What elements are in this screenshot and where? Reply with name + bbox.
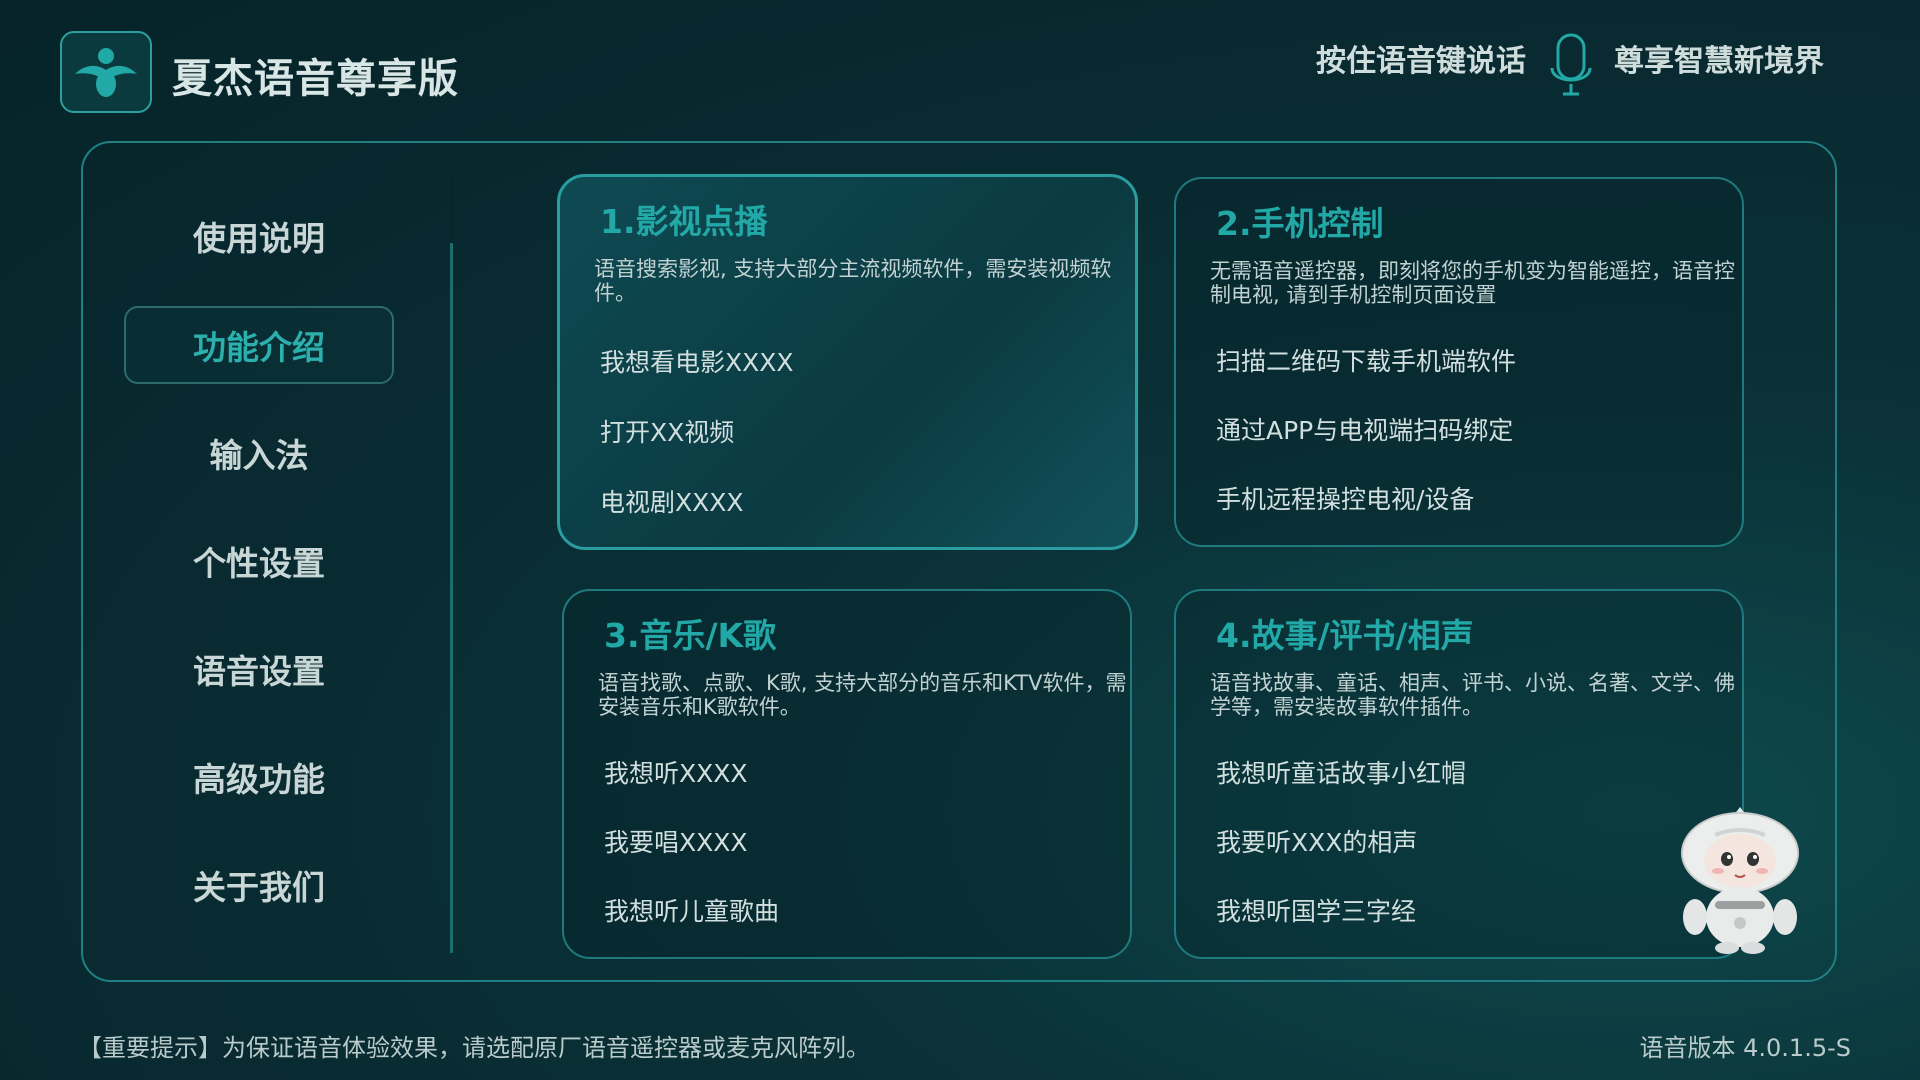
sidebar-scroll-thumb[interactable] bbox=[450, 173, 453, 243]
microphone-icon bbox=[1550, 33, 1592, 96]
card-example: 手机远程操控电视/设备 bbox=[1216, 485, 1475, 514]
sidebar-item-personal-settings[interactable]: 个性设置 bbox=[124, 522, 394, 600]
app-logo bbox=[60, 31, 152, 113]
sidebar-item-voice-settings[interactable]: 语音设置 bbox=[124, 630, 394, 708]
feature-card-phone-control[interactable]: 2.手机控制 无需语音遥控器，即刻将您的手机变为智能遥控，语音控制电视, 请到手… bbox=[1174, 177, 1744, 547]
card-description: 语音找歌、点歌、K歌, 支持大部分的音乐和KTV软件，需安装音乐和K歌软件。 bbox=[598, 671, 1127, 719]
voice-key-hint: 按住语音键说话 bbox=[1316, 44, 1526, 79]
card-description: 语音找故事、童话、相声、评书、小说、名著、文学、佛学等，需安装故事软件插件。 bbox=[1210, 671, 1735, 719]
card-example: 我要听XXX的相声 bbox=[1216, 828, 1418, 857]
assistant-logo-icon bbox=[75, 48, 137, 97]
version-label: 语音版本 4.0.1.5-S bbox=[1639, 1034, 1852, 1062]
card-description: 无需语音遥控器，即刻将您的手机变为智能遥控，语音控制电视, 请到手机控制页面设置 bbox=[1210, 259, 1735, 307]
card-example: 我想看电影XXXX bbox=[600, 348, 794, 377]
sidebar-item-features[interactable]: 功能介绍 bbox=[124, 306, 394, 384]
feature-card-music-karaoke[interactable]: 3.音乐/K歌 语音找歌、点歌、K歌, 支持大部分的音乐和KTV软件，需安装音乐… bbox=[562, 589, 1132, 959]
card-example: 我想听国学三字经 bbox=[1216, 897, 1417, 926]
card-example: 我要唱XXXX bbox=[604, 828, 748, 857]
card-title: 3.音乐/K歌 bbox=[604, 616, 777, 655]
sidebar-scroll-track[interactable] bbox=[450, 173, 453, 953]
card-description: 语音搜索影视, 支持大部分主流视频软件，需安装视频软件。 bbox=[594, 257, 1112, 305]
sidebar-item-advanced[interactable]: 高级功能 bbox=[124, 738, 394, 816]
app-title: 夏杰语音尊享版 bbox=[172, 56, 459, 102]
card-example: 我想听童话故事小红帽 bbox=[1216, 759, 1467, 788]
sidebar-item-input-method[interactable]: 输入法 bbox=[124, 414, 394, 492]
slogan-text: 尊享智慧新境界 bbox=[1614, 44, 1824, 79]
card-example: 我想听儿童歌曲 bbox=[604, 897, 780, 926]
sidebar-item-about[interactable]: 关于我们 bbox=[124, 846, 394, 924]
card-example: 扫描二维码下载手机端软件 bbox=[1216, 347, 1517, 376]
robot-mascot-icon bbox=[1681, 807, 1799, 954]
sidebar-item-usage[interactable]: 使用说明 bbox=[124, 197, 394, 275]
card-example: 通过APP与电视端扫码绑定 bbox=[1216, 416, 1514, 445]
card-title: 4.故事/评书/相声 bbox=[1216, 616, 1474, 655]
important-tip: 【重要提示】为保证语音体验效果，请选配原厂语音遥控器或麦克风阵列。 bbox=[78, 1034, 870, 1062]
feature-card-video[interactable]: 1.影视点播 语音搜索影视, 支持大部分主流视频软件，需安装视频软件。 我想看电… bbox=[557, 174, 1138, 550]
card-example: 电视剧XXXX bbox=[600, 488, 744, 517]
feature-card-stories[interactable]: 4.故事/评书/相声 语音找故事、童话、相声、评书、小说、名著、文学、佛学等，需… bbox=[1174, 589, 1744, 959]
card-example: 打开XX视频 bbox=[600, 418, 735, 447]
card-example: 我想听XXXX bbox=[604, 759, 748, 788]
card-title: 2.手机控制 bbox=[1216, 204, 1384, 243]
card-title: 1.影视点播 bbox=[600, 202, 768, 241]
